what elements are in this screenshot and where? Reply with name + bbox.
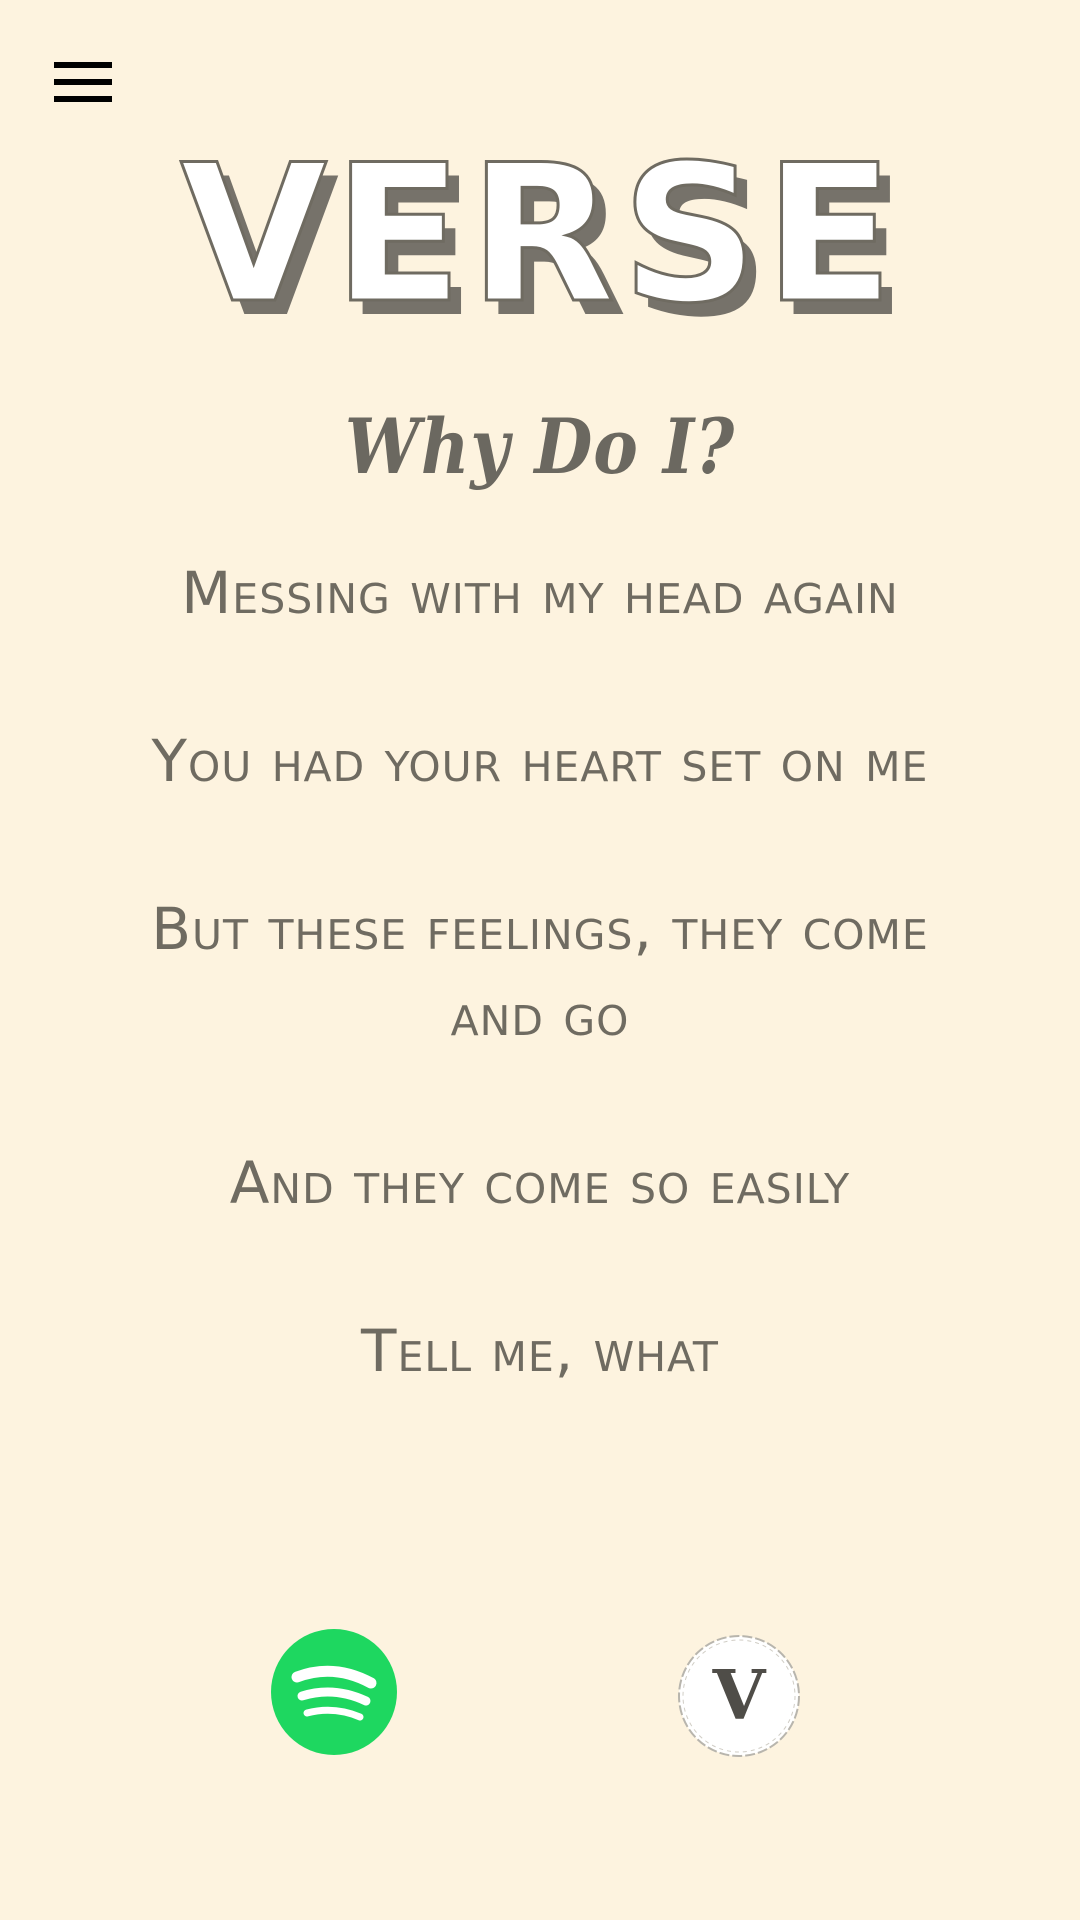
verse-badge-letter: V xyxy=(712,1656,767,1736)
verse-logo[interactable]: VERSE VERSE xyxy=(0,123,1080,360)
menu-bar xyxy=(54,62,112,68)
lyrics-block: Messing with my head again You had your … xyxy=(120,550,960,1476)
verse-badge-icon[interactable]: V xyxy=(674,1631,804,1761)
logo-text: VERSE xyxy=(180,152,900,332)
lyric-line: And they come so easily xyxy=(229,1149,851,1217)
song-title: Why Do I? xyxy=(344,402,736,491)
menu-bar xyxy=(54,79,112,85)
lyric-line: Tell me, what xyxy=(361,1317,719,1385)
spotify-icon[interactable] xyxy=(271,1629,397,1755)
hamburger-menu-icon[interactable] xyxy=(54,60,112,106)
lyric-line: You had your heart set on me xyxy=(151,727,929,795)
lyric-line: Messing with my head again xyxy=(181,559,899,627)
menu-bar xyxy=(54,96,112,102)
lyric-line: But these feelings, they come and go xyxy=(151,895,929,1049)
